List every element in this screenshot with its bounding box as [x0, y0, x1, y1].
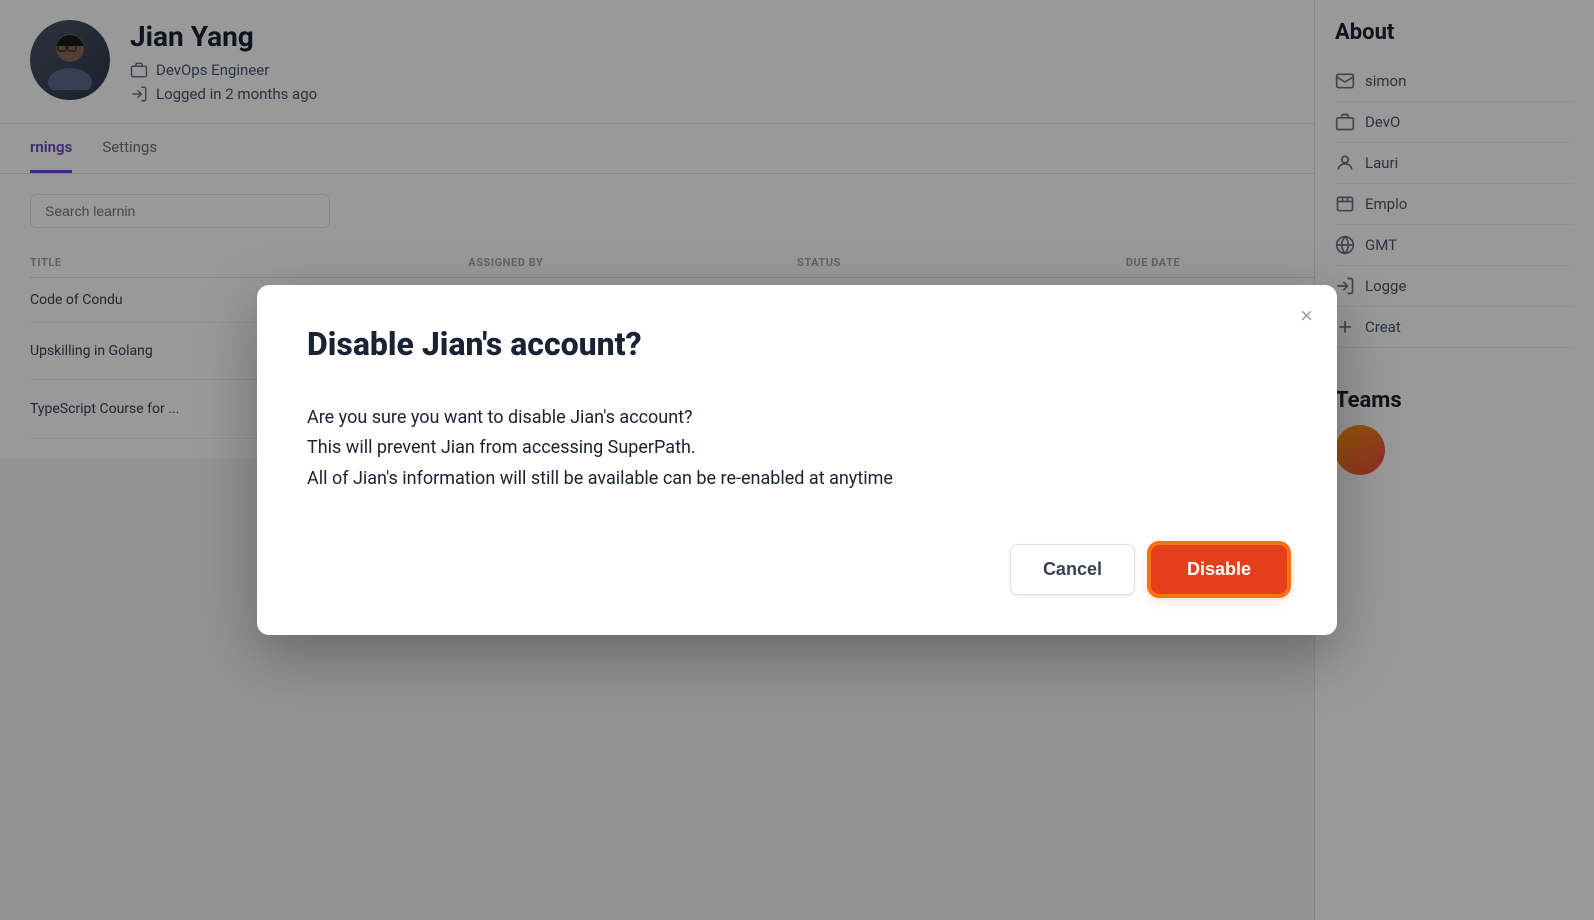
modal-title: Disable Jian's account?: [307, 325, 1287, 363]
cancel-button[interactable]: Cancel: [1010, 544, 1135, 595]
modal-body: Are you sure you want to disable Jian's …: [307, 403, 1287, 495]
modal-body-line2: This will prevent Jian from accessing Su…: [307, 433, 1287, 464]
modal-body-line3: All of Jian's information will still be …: [307, 464, 1287, 495]
disable-button[interactable]: Disable: [1151, 545, 1287, 594]
modal-body-line1: Are you sure you want to disable Jian's …: [307, 403, 1287, 434]
modal-backdrop: × Disable Jian's account? Are you sure y…: [0, 0, 1594, 920]
confirm-modal: × Disable Jian's account? Are you sure y…: [257, 285, 1337, 636]
modal-actions: Cancel Disable: [307, 544, 1287, 595]
modal-close-button[interactable]: ×: [1300, 305, 1313, 327]
